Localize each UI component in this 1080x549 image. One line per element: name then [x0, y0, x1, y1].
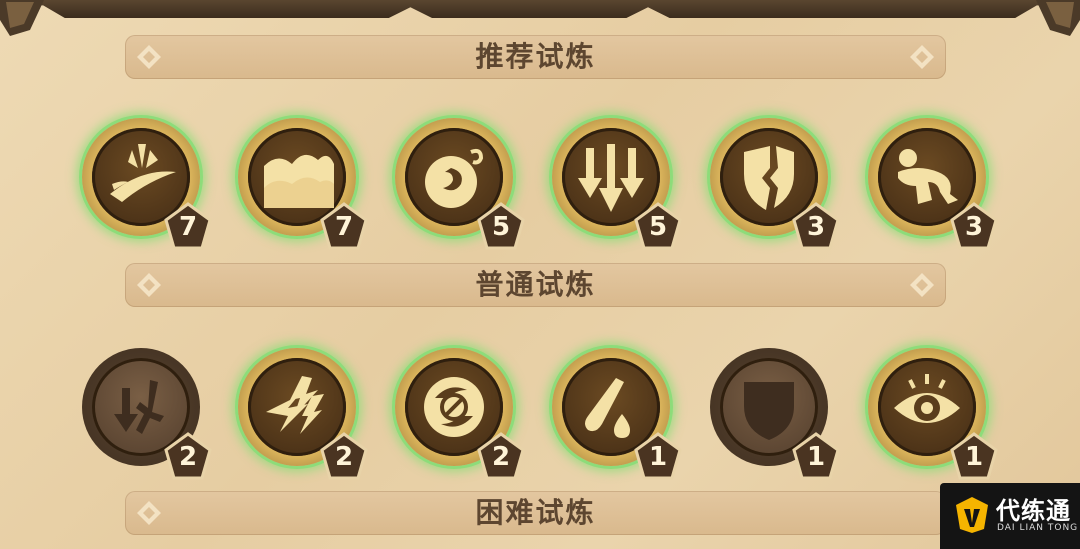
trial-badge-slash[interactable]: 7: [82, 118, 212, 250]
shield-logo-icon: [956, 497, 988, 533]
level-badge: 7: [320, 202, 368, 250]
level-badge: 1: [634, 432, 682, 480]
top-frame: [0, 0, 1080, 18]
watermark-subtitle: DAI LIAN TONG: [997, 523, 1079, 533]
trial-badge-swirl[interactable]: 5: [395, 118, 525, 250]
diamond-ornament-icon: [910, 273, 934, 297]
level-badge: 1: [950, 432, 998, 480]
trial-badge-cloud[interactable]: 7: [238, 118, 368, 250]
watermark-name: 代练通: [996, 497, 1071, 525]
section-header-recommended: 推荐试炼: [125, 35, 946, 79]
trial-badge-swirl-block[interactable]: 2: [395, 348, 525, 480]
level-badge: 1: [792, 432, 840, 480]
section-title: 困难试炼: [475, 496, 596, 529]
trial-badge-arrow-sword[interactable]: 2: [82, 348, 212, 480]
trial-badge-lightning-arrow[interactable]: 2: [238, 348, 368, 480]
level-badge: 5: [477, 202, 525, 250]
watermark-logo: 代练通 DAI LIAN TONG: [940, 483, 1080, 549]
corner-ornament-left-icon: [0, 0, 44, 36]
level-badge: 7: [164, 202, 212, 250]
diamond-ornament-icon: [910, 45, 934, 69]
trial-badge-eye[interactable]: 1: [868, 348, 998, 480]
section-header-hard: 困难试炼: [125, 491, 946, 535]
level-badge: 2: [477, 432, 525, 480]
section-header-normal: 普通试炼: [125, 263, 946, 307]
level-badge: 3: [950, 202, 998, 250]
level-badge: 2: [164, 432, 212, 480]
trial-badge-broken-shield[interactable]: 3: [710, 118, 840, 250]
level-badge: 2: [320, 432, 368, 480]
trial-badge-shield[interactable]: 1: [710, 348, 840, 480]
section-title: 普通试炼: [475, 268, 596, 301]
section-title: 推荐试炼: [475, 40, 596, 73]
level-badge: 5: [634, 202, 682, 250]
level-badge: 3: [792, 202, 840, 250]
corner-ornament-right-icon: [1036, 0, 1080, 36]
trial-badge-arrows[interactable]: 5: [552, 118, 682, 250]
trial-badge-figure[interactable]: 3: [868, 118, 998, 250]
trial-badge-potion[interactable]: 1: [552, 348, 682, 480]
